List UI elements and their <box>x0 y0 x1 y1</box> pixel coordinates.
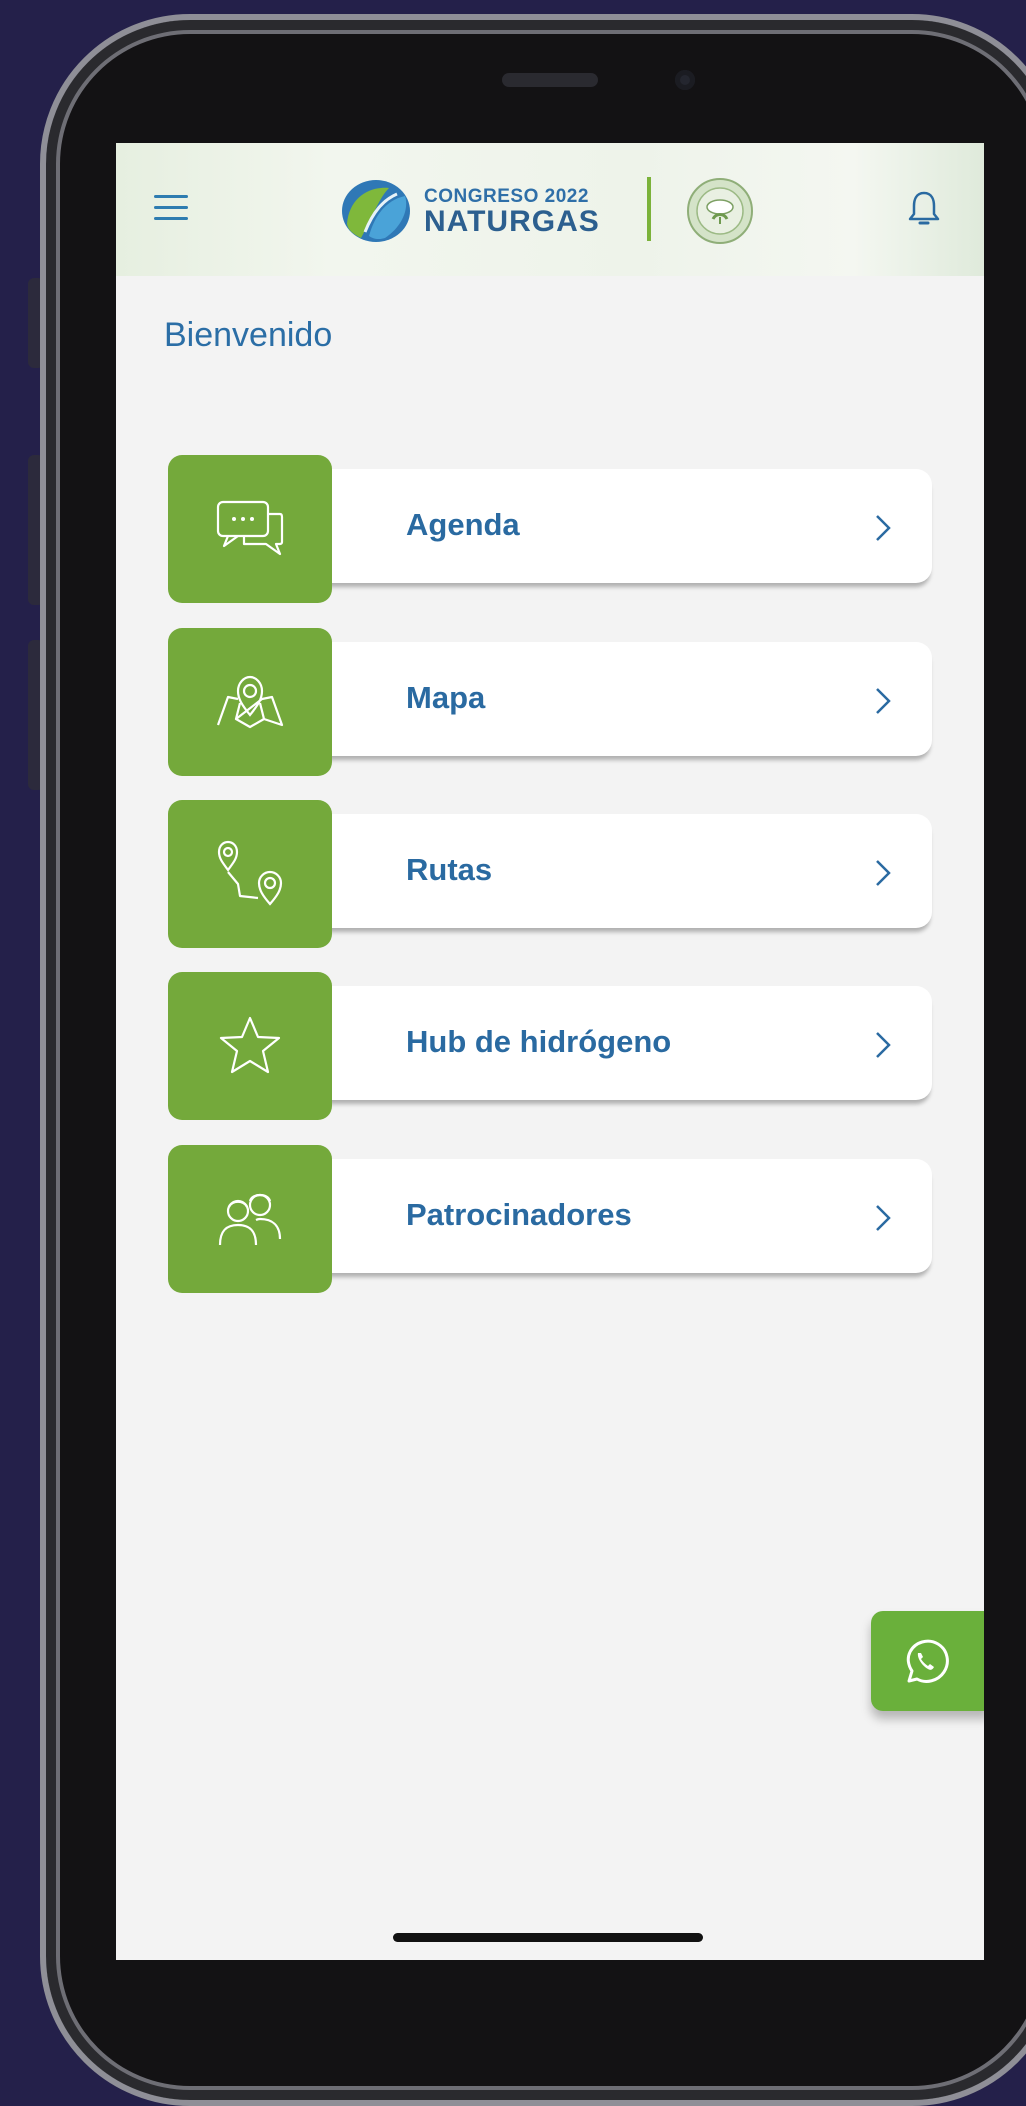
chevron-right-icon <box>876 1205 891 1231</box>
menu-label: Agenda <box>406 507 520 542</box>
menu-tile <box>168 1145 332 1293</box>
hamburger-menu-icon[interactable] <box>154 195 188 223</box>
logo-line-naturgas: NATURGAS <box>424 205 600 238</box>
whatsapp-icon <box>906 1639 949 1683</box>
menu-label: Mapa <box>406 680 486 715</box>
phone-speaker <box>502 73 598 87</box>
phone-camera <box>675 70 695 90</box>
home-indicator[interactable] <box>393 1933 703 1942</box>
menu-tile <box>168 972 332 1120</box>
logo-line-congreso: CONGRESO 2022 <box>424 186 589 207</box>
menu-item-hub-hidrogeno[interactable]: Hub de hidrógeno <box>168 972 932 1120</box>
menu-item-patrocinadores[interactable]: Patrocinadores <box>168 1145 932 1293</box>
menu-tile <box>168 455 332 603</box>
menu-tile <box>168 800 332 948</box>
menu-card <box>228 814 932 928</box>
naturgas-logo-icon <box>342 180 410 242</box>
chevron-right-icon <box>876 515 891 541</box>
carbon-seal-icon <box>687 178 753 244</box>
logo-text: CONGRESO 2022 NATURGAS <box>424 186 600 237</box>
chevron-right-icon <box>876 688 891 714</box>
people-icon <box>218 1193 282 1246</box>
menu-label: Rutas <box>406 852 493 887</box>
menu-card <box>228 642 932 756</box>
app-header: CONGRESO 2022 NATURGAS <box>116 143 984 276</box>
menu-item-mapa[interactable]: Mapa <box>168 628 932 776</box>
menu-tile <box>168 628 332 776</box>
app-screen: CONGRESO 2022 NATURGAS Bienvenido Agenda… <box>116 143 984 1960</box>
menu-label: Patrocinadores <box>406 1197 632 1232</box>
map-pin-icon <box>216 675 284 729</box>
menu-item-agenda[interactable]: Agenda <box>168 455 932 603</box>
chat-bubbles-icon <box>216 500 284 556</box>
chevron-right-icon <box>876 1032 891 1058</box>
menu-item-rutas[interactable]: Rutas <box>168 800 932 948</box>
logo-divider <box>647 177 651 241</box>
whatsapp-button[interactable] <box>871 1611 984 1711</box>
menu-label: Hub de hidrógeno <box>406 1024 672 1059</box>
notification-bell-icon[interactable] <box>906 189 942 229</box>
star-icon <box>219 1016 281 1074</box>
menu-card <box>228 469 932 583</box>
route-icon <box>217 840 283 906</box>
welcome-title: Bienvenido <box>164 316 333 354</box>
chevron-right-icon <box>876 860 891 886</box>
